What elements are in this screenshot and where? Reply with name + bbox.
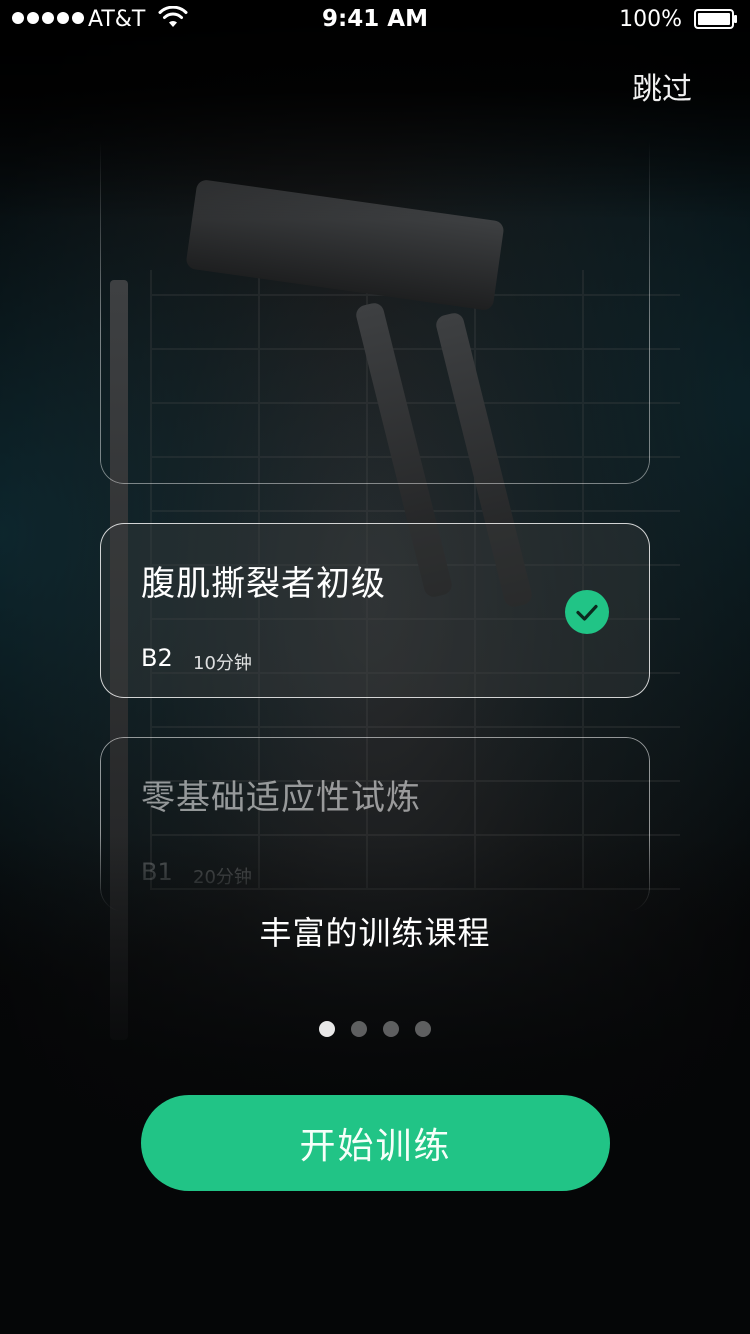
course-title: 零基础适应性试炼 — [141, 778, 421, 818]
course-card-selected[interactable]: 腹肌撕裂者初级 B2 10分钟 — [100, 523, 650, 698]
start-training-button[interactable]: 开始训练 — [141, 1095, 610, 1191]
course-duration: 20分钟 — [193, 867, 252, 888]
page-dot-2[interactable] — [351, 1021, 367, 1037]
course-card-next[interactable]: 零基础适应性试炼 B1 20分钟 — [100, 737, 650, 912]
skip-button[interactable]: 跳过 — [632, 64, 692, 108]
course-card-previous[interactable] — [100, 140, 650, 484]
page-dot-1[interactable] — [319, 1021, 335, 1037]
page-dot-4[interactable] — [415, 1021, 431, 1037]
onboarding-caption: 丰富的训练课程 — [259, 914, 491, 952]
course-level: B2 — [141, 644, 173, 672]
course-duration: 10分钟 — [193, 653, 252, 674]
battery-percentage: 100% — [619, 7, 682, 32]
battery-icon — [694, 9, 737, 29]
course-level: B1 — [141, 858, 173, 886]
status-bar: AT&T 9:41 AM 100% — [0, 0, 750, 40]
page-dot-3[interactable] — [383, 1021, 399, 1037]
course-title: 腹肌撕裂者初级 — [141, 564, 386, 604]
page-indicator — [0, 1021, 750, 1037]
check-circle-icon — [565, 590, 609, 634]
